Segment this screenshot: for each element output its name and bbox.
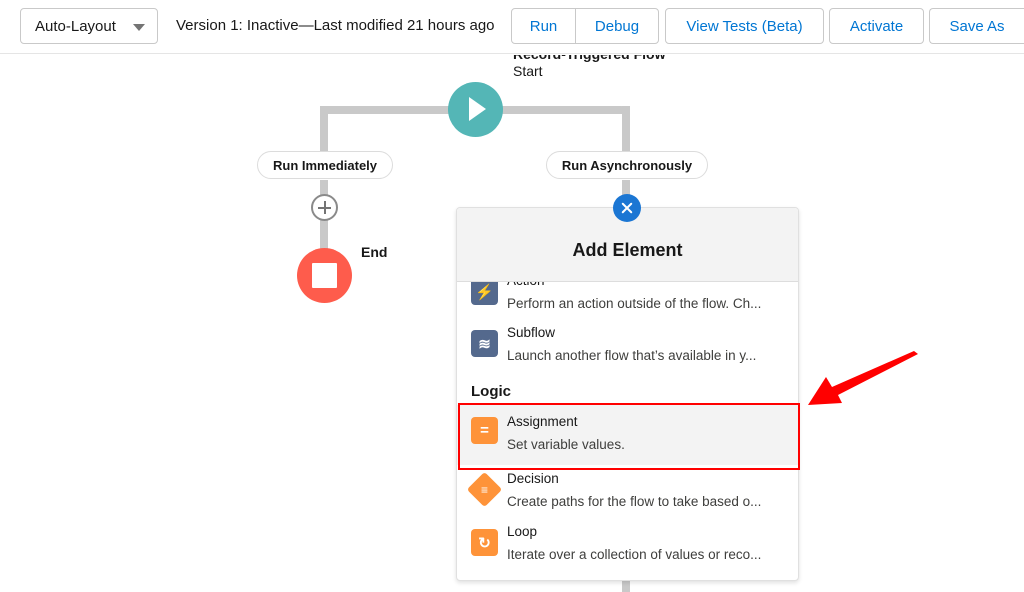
- connector-right-vertical-top: [622, 106, 630, 156]
- add-element-panel: Add Element ⚡ Action Perform an action o…: [456, 207, 799, 581]
- element-description: Perform an action outside of the flow. C…: [507, 296, 762, 311]
- element-name: Subflow: [507, 325, 556, 340]
- layout-select[interactable]: Auto-Layout: [20, 8, 158, 44]
- start-label: Start: [513, 63, 543, 79]
- connector-right-continuation: [622, 580, 630, 592]
- save-as-button[interactable]: Save As: [929, 8, 1024, 44]
- view-tests-button[interactable]: View Tests (Beta): [665, 8, 824, 44]
- element-description: Iterate over a collection of values or r…: [507, 547, 762, 562]
- element-item-decision[interactable]: ≡ Decision Create paths for the flow to …: [457, 470, 798, 522]
- connector-left-horizontal: [320, 106, 450, 114]
- element-description: Create paths for the flow to take based …: [507, 494, 762, 509]
- start-node[interactable]: [448, 82, 503, 137]
- element-name: Loop: [507, 524, 538, 539]
- run-button[interactable]: Run: [512, 9, 576, 43]
- path-label-run-immediately[interactable]: Run Immediately: [257, 151, 393, 179]
- element-item-loop[interactable]: ↻ Loop Iterate over a collection of valu…: [457, 523, 798, 575]
- element-item-subflow[interactable]: ≋ Subflow Launch another flow that’s ava…: [457, 324, 798, 376]
- assignment-icon: =: [471, 417, 498, 444]
- loop-icon: ↻: [471, 529, 498, 556]
- stop-icon: [312, 263, 337, 288]
- lightning-icon: ⚡: [471, 278, 498, 305]
- element-name: Assignment: [507, 414, 578, 429]
- version-status: Version 1: Inactive—Last modified 21 hou…: [176, 17, 495, 34]
- run-debug-button-group: Run Debug: [511, 8, 659, 44]
- connector-right-horizontal: [501, 106, 629, 114]
- chevron-down-icon: [133, 24, 145, 31]
- path-label-run-asynchronously[interactable]: Run Asynchronously: [546, 151, 708, 179]
- element-item-assignment[interactable]: = Assignment Set variable values.: [457, 405, 798, 465]
- close-icon[interactable]: [613, 194, 641, 222]
- section-label-logic: Logic: [471, 383, 511, 400]
- add-element-plus-icon[interactable]: [311, 194, 338, 221]
- panel-title: Add Element: [572, 240, 683, 260]
- debug-button[interactable]: Debug: [576, 9, 658, 43]
- end-label: End: [361, 244, 388, 260]
- connector-left-vertical-top: [320, 106, 328, 156]
- play-icon: [469, 97, 486, 121]
- end-node[interactable]: [297, 248, 352, 303]
- toolbar: Auto-Layout Version 1: Inactive—Last mod…: [0, 0, 1024, 54]
- element-description: Launch another flow that’s available in …: [507, 348, 757, 363]
- flow-canvas[interactable]: Record-Triggered Flow Start Run Immediat…: [0, 55, 1024, 592]
- activate-button[interactable]: Activate: [829, 8, 924, 44]
- element-description: Set variable values.: [507, 437, 625, 452]
- subflow-icon: ≋: [471, 330, 498, 357]
- decision-icon: ≡: [466, 471, 503, 508]
- element-name: Decision: [507, 471, 559, 486]
- layout-select-value: Auto-Layout: [35, 17, 116, 35]
